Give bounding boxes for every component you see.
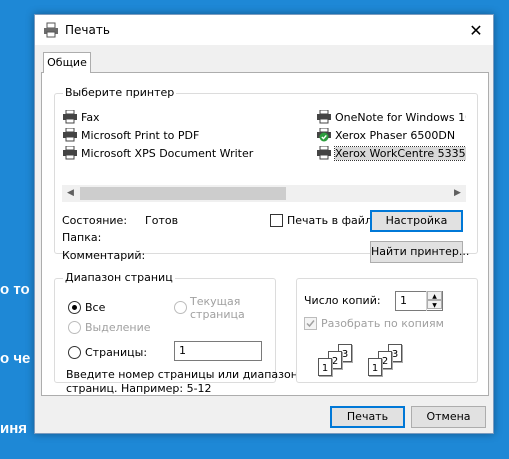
scroll-right-icon[interactable]: ▶: [449, 185, 466, 202]
folder-label: Папка:: [62, 231, 102, 244]
printer-name: Fax: [81, 110, 100, 124]
printer-icon: [63, 146, 77, 160]
find-printer-button[interactable]: Найти принтер...: [370, 241, 469, 263]
print-dialog: Печать ✕ Общие Выберите принтер Fax Micr…: [34, 14, 494, 434]
collate-checkbox[interactable]: [304, 317, 317, 330]
comment-label: Комментарий:: [62, 249, 146, 262]
background-text-2: о че: [0, 350, 31, 367]
collate-page-icon: 1: [368, 358, 382, 376]
copies-label: Число копий:: [304, 294, 381, 307]
window-title: Печать: [65, 23, 110, 37]
title-bar[interactable]: Печать ✕: [35, 15, 493, 45]
printer-item-ms-xps[interactable]: Microsoft XPS Document Writer: [62, 145, 253, 161]
print-button[interactable]: Печать: [330, 406, 405, 428]
printer-item-xerox-workcentre[interactable]: Xerox WorkCentre 5335 P: [316, 145, 466, 161]
tab-general[interactable]: Общие: [43, 52, 91, 73]
collate-page-icon: 1: [318, 358, 332, 376]
close-button[interactable]: ✕: [459, 15, 493, 45]
scroll-left-icon[interactable]: ◀: [62, 185, 79, 202]
scrollbar-thumb[interactable]: [80, 187, 286, 200]
copies-stepper[interactable]: ▲ ▼: [426, 291, 442, 311]
radio-selection-label: Выделение: [85, 321, 151, 334]
radio-current-page-label-1: Текущая: [190, 295, 241, 308]
print-to-file-label[interactable]: Печать в файл: [287, 214, 372, 227]
collate-label: Разобрать по копиям: [321, 317, 444, 330]
printer-name: Xerox Phaser 6500DN: [335, 128, 456, 142]
status-label: Состояние:: [62, 214, 128, 227]
printer-item-fax[interactable]: Fax: [62, 109, 100, 125]
printer-name: Microsoft Print to PDF: [81, 128, 200, 142]
page-range-hint-1: Введите номер страницы или диапазон: [66, 368, 298, 381]
radio-all-pages[interactable]: [68, 301, 81, 314]
radio-pages[interactable]: [68, 346, 81, 359]
printer-icon: [317, 146, 331, 160]
printer-icon: [63, 110, 77, 124]
printer-name: Xerox WorkCentre 5335 P: [334, 145, 466, 161]
print-to-file-checkbox[interactable]: [270, 214, 283, 227]
radio-current-page[interactable]: [174, 301, 187, 314]
radio-selection[interactable]: [68, 321, 81, 334]
printer-item-xerox-phaser[interactable]: Xerox Phaser 6500DN: [316, 127, 455, 143]
printer-item-ms-pdf[interactable]: Microsoft Print to PDF: [62, 127, 199, 143]
printer-name: OneNote for Windows 10: [335, 110, 466, 124]
background-text-3: иня: [0, 420, 28, 437]
radio-all-pages-label[interactable]: Все: [85, 301, 105, 314]
printer-default-icon: [317, 128, 331, 142]
page-range-group-label: Диапазон страниц: [63, 271, 175, 284]
cancel-button[interactable]: Отмена: [411, 406, 486, 428]
printer-icon: [317, 110, 331, 124]
settings-button[interactable]: Настройка: [370, 210, 463, 232]
printer-item-onenote[interactable]: OneNote for Windows 10: [316, 109, 466, 125]
printer-group-label: Выберите принтер: [63, 86, 177, 99]
printer-icon: [44, 22, 58, 38]
spin-down-icon[interactable]: ▼: [427, 300, 442, 309]
printer-list-scrollbar[interactable]: ◀ ▶: [62, 185, 466, 202]
tab-panel-general: Выберите принтер Fax Microsoft Print to …: [41, 72, 489, 396]
pages-input[interactable]: 1: [174, 341, 262, 361]
spin-up-icon[interactable]: ▲: [427, 291, 442, 300]
radio-pages-label[interactable]: Страницы:: [85, 346, 147, 359]
page-range-hint-2: страниц. Например: 5-12: [66, 382, 212, 395]
tab-general-label: Общие: [47, 56, 87, 69]
check-icon: [306, 320, 315, 328]
status-value: Готов: [145, 214, 179, 227]
printer-name: Microsoft XPS Document Writer: [81, 146, 254, 160]
printer-icon: [63, 128, 77, 142]
radio-current-page-label-2: страница: [190, 308, 245, 321]
background-text-1: о то: [0, 281, 30, 298]
close-icon: ✕: [469, 20, 483, 40]
